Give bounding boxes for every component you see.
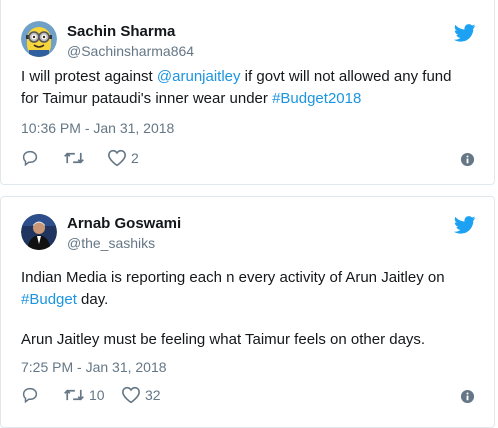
tweet-text: I will protest against @arunjaitley if g… — [21, 66, 461, 110]
reply-icon — [22, 387, 38, 404]
user-handle[interactable]: @Sachinsharma864 — [67, 43, 194, 59]
like-button[interactable]: 2 — [107, 149, 139, 167]
tweet-text-segment: Indian Media is reporting each n every a… — [21, 269, 445, 286]
avatar[interactable] — [21, 214, 57, 250]
tweet-text: Indian Media is reporting each n every a… — [21, 267, 461, 311]
display-name[interactable]: Sachin Sharma — [67, 23, 175, 40]
tweet-text-segment: I will protest against — [21, 68, 157, 85]
retweet-icon — [64, 152, 84, 164]
retweet-count: 10 — [89, 387, 105, 403]
retweet-button[interactable] — [63, 149, 89, 167]
retweet-button[interactable]: 10 — [63, 386, 105, 404]
reply-button[interactable] — [21, 149, 39, 167]
user-handle[interactable]: @the_sashiks — [67, 235, 155, 251]
info-icon[interactable] — [460, 389, 475, 404]
tweet-text-paragraph: Arun Jaitley must be feeling what Taimur… — [21, 331, 426, 348]
tweet-text-segment: day. — [76, 291, 109, 308]
hashtag-link[interactable]: #Budget — [21, 291, 77, 308]
tweet-timestamp[interactable]: 10:36 PM - Jan 31, 2018 — [21, 120, 174, 136]
hashtag-link[interactable]: #Budget2018 — [272, 90, 361, 107]
heart-icon — [121, 386, 141, 404]
like-count: 32 — [145, 387, 161, 403]
tweet-timestamp[interactable]: 7:25 PM - Jan 31, 2018 — [21, 359, 167, 375]
like-count: 2 — [131, 150, 139, 166]
heart-icon — [107, 149, 127, 167]
display-name[interactable]: Arnab Goswami — [67, 215, 181, 232]
tweet-card: Sachin Sharma @Sachinsharma864 I will pr… — [0, 0, 495, 185]
reply-button[interactable] — [21, 386, 39, 404]
avatar[interactable] — [21, 21, 57, 57]
reply-icon — [22, 150, 38, 167]
like-button[interactable]: 32 — [121, 386, 161, 404]
retweet-icon — [64, 389, 84, 401]
twitter-bird-icon[interactable] — [454, 24, 476, 42]
info-icon[interactable] — [460, 152, 475, 167]
tweet-card: Arnab Goswami @the_sashiks Indian Media … — [0, 196, 495, 428]
mention-link[interactable]: @arunjaitley — [157, 68, 241, 85]
twitter-bird-icon[interactable] — [454, 216, 476, 234]
